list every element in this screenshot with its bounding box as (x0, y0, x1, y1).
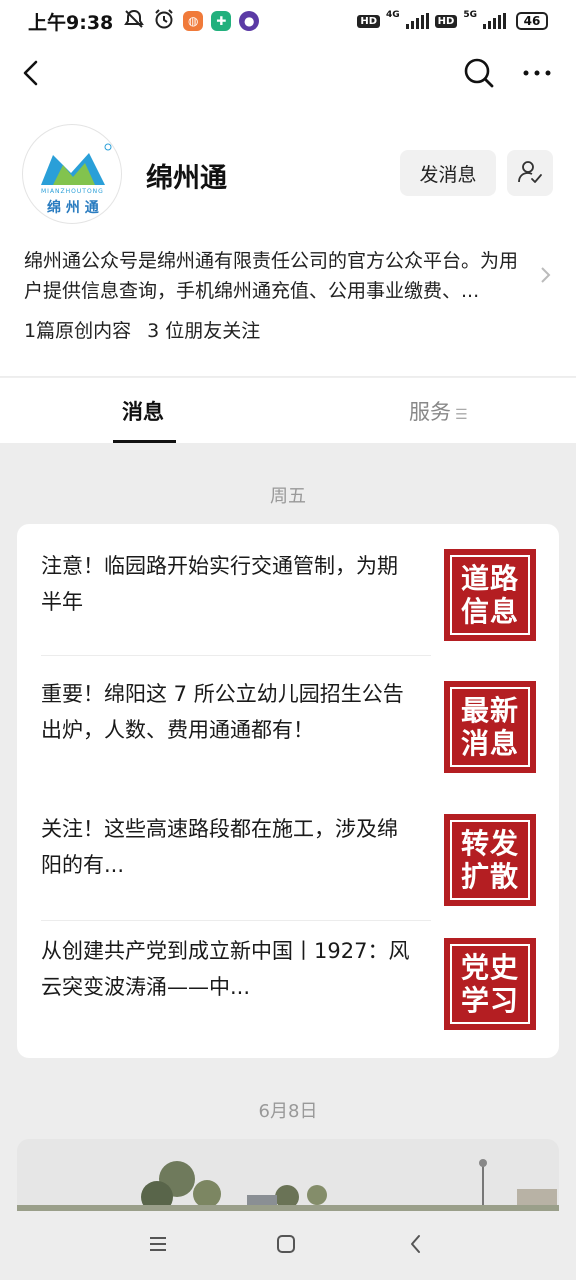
tab-messages[interactable]: 消息 (122, 396, 164, 426)
recents-menu-icon[interactable] (147, 1233, 169, 1255)
article-title: 关注！这些高速路段都在施工，涉及绵阳的有... (41, 817, 398, 877)
tab-services-label: 服务 (409, 400, 451, 424)
network-type: 4G (386, 10, 400, 20)
send-message-button[interactable]: 发消息 (400, 150, 496, 196)
user-check-icon (518, 160, 542, 183)
hd-badge-2: HD (434, 14, 458, 28)
network-type-2: 5G (463, 10, 477, 20)
system-nav-bar (0, 1211, 576, 1280)
hd-badge: HD (357, 14, 381, 28)
account-name: 绵州通 (146, 163, 227, 194)
logo-text: 绵 州 通 (47, 200, 99, 216)
divider (41, 920, 431, 921)
status-time: 上午9:38 (28, 11, 114, 34)
thumbnail-text: 道路信息 (450, 555, 530, 635)
account-description[interactable]: 绵州通公众号是绵州通有限责任公司的官方公众平台。为用户提供信息查询，手机绵州通充… (24, 246, 529, 306)
article-card: 注意！临园路开始实行交通管制，为期半年 道路信息 重要！绵阳这 7 所公立幼儿园… (17, 524, 559, 1058)
account-avatar[interactable]: MIANZHOUTONG 绵 州 通 (22, 124, 122, 224)
thumbnail-text: 最新消息 (450, 687, 530, 767)
search-button[interactable] (460, 54, 498, 92)
original-count[interactable]: 1篇原创内容 (24, 320, 131, 342)
article-title: 注意！临园路开始实行交通管制，为期半年 (41, 554, 398, 614)
divider (41, 655, 431, 656)
alarm-icon (153, 8, 175, 35)
menu-icon: ☰ (455, 407, 468, 423)
article-item[interactable]: 从创建共产党到成立新中国丨1927：风云突变波涛涌——中... 党史学习 (41, 936, 536, 1032)
thumbnail-text: 党史学习 (450, 944, 530, 1024)
article-item[interactable]: 重要！绵阳这 7 所公立幼儿园招生公告出炉，人数、费用通通都有！ 最新消息 (41, 679, 536, 775)
nav-bar (0, 42, 576, 104)
app-notification-icon-orange: ◍ (183, 11, 204, 31)
tab-services[interactable]: 服务 ☰ (409, 396, 468, 426)
article-item[interactable]: 关注！这些高速路段都在施工，涉及绵阳的有... 转发扩散 (41, 811, 536, 907)
search-icon (464, 58, 494, 88)
thumbnail-text: 转发扩散 (450, 820, 530, 900)
logo-subtext: MIANZHOUTONG (41, 188, 104, 195)
date-label: 周五 (270, 486, 306, 507)
status-bar: 上午9:38 ◍ ✚ ● HD 4G HD 5G 46 (0, 0, 576, 42)
back-arrow-icon (23, 60, 38, 86)
date-label: 6月8日 (258, 1101, 318, 1122)
article-thumbnail: 转发扩散 (444, 814, 536, 906)
account-stats: 1篇原创内容 3 位朋友关注 (24, 316, 270, 343)
battery-icon: 46 (516, 12, 548, 30)
app-notification-icon-purple: ● (239, 11, 260, 31)
article-thumbnail: 道路信息 (444, 549, 536, 641)
signal-icon (405, 13, 429, 29)
article-item[interactable]: 注意！临园路开始实行交通管制，为期半年 道路信息 (41, 546, 536, 642)
back-button[interactable] (16, 54, 50, 92)
article-thumbnail: 最新消息 (444, 681, 536, 773)
article-title: 重要！绵阳这 7 所公立幼儿园招生公告出炉，人数、费用通通都有！ (41, 682, 404, 742)
chevron-right-icon (541, 267, 551, 283)
article-thumbnail: 党史学习 (444, 938, 536, 1030)
mute-icon (123, 9, 145, 34)
back-triangle-icon[interactable] (405, 1233, 427, 1255)
home-square-icon[interactable] (275, 1233, 297, 1255)
active-tab-indicator (113, 440, 176, 443)
follow-settings-button[interactable] (507, 150, 553, 196)
article-cover-image[interactable] (17, 1139, 559, 1211)
more-dots-icon (523, 70, 551, 76)
friends-following[interactable]: 3 位朋友关注 (147, 320, 260, 342)
cover-photo (17, 1139, 559, 1211)
signal-icon-2 (483, 13, 506, 29)
account-profile: MIANZHOUTONG 绵 州 通 绵州通 发消息 绵州通公众号是绵州通有限责… (0, 104, 576, 376)
tab-bar: 消息 服务 ☰ (0, 377, 576, 443)
article-title: 从创建共产党到成立新中国丨1927：风云突变波涛涌——中... (41, 939, 410, 999)
app-notification-icon-green: ✚ (211, 11, 232, 31)
more-button[interactable] (518, 54, 556, 92)
